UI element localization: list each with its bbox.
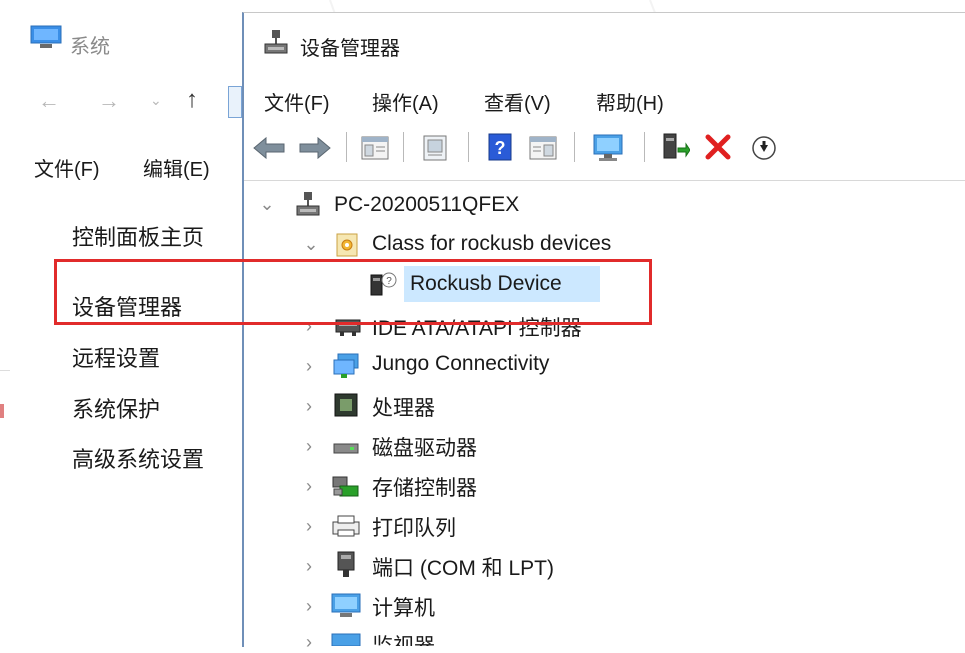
storage-expand-chevron-icon[interactable]: › bbox=[300, 476, 318, 497]
properties-pane-icon[interactable] bbox=[360, 133, 390, 163]
monitor-scan-icon[interactable] bbox=[592, 132, 628, 164]
menu-edit[interactable]: 编辑(E) bbox=[143, 153, 210, 182]
address-bar-edge[interactable] bbox=[228, 86, 242, 118]
svg-text:?: ? bbox=[495, 138, 506, 158]
print-icon[interactable] bbox=[420, 133, 450, 163]
tree-item-port[interactable]: 端口 (COM 和 LPT) bbox=[372, 552, 554, 582]
system-monitor-icon bbox=[30, 25, 62, 48]
storage-controller-icon bbox=[332, 476, 359, 497]
dm-menu-help[interactable]: 帮助(H) bbox=[596, 87, 664, 116]
tree-root-label[interactable]: PC-20200511QFEX bbox=[334, 193, 519, 217]
tree-item-processor[interactable]: 处理器 bbox=[372, 392, 435, 422]
print-queue-icon bbox=[332, 515, 360, 537]
up-arrow-icon[interactable]: ↑ bbox=[186, 86, 198, 114]
port-icon bbox=[337, 551, 355, 577]
tree-item-print-queue[interactable]: 打印队列 bbox=[372, 512, 456, 542]
tree-item-disk-drive[interactable]: 磁盘驱动器 bbox=[372, 432, 477, 462]
tree-item-class-rockusb[interactable]: Class for rockusb devices bbox=[372, 232, 611, 256]
view-pane-icon[interactable] bbox=[528, 133, 558, 163]
monitor-expand-chevron-icon[interactable]: › bbox=[300, 632, 318, 653]
class-device-icon bbox=[336, 233, 358, 257]
dropdown-icon[interactable]: ⌄ bbox=[150, 92, 162, 109]
link-system-protection[interactable]: 系统保护 bbox=[72, 392, 160, 424]
dm-menu-action[interactable]: 操作(A) bbox=[372, 87, 439, 116]
annotation-highlight-box bbox=[54, 259, 652, 325]
update-driver-icon[interactable] bbox=[660, 130, 690, 164]
tree-item-computer[interactable]: 计算机 bbox=[372, 592, 435, 622]
tree-item-storage-controller[interactable]: 存储控制器 bbox=[372, 472, 477, 502]
dm-menu-view[interactable]: 查看(V) bbox=[484, 87, 551, 116]
link-remote-settings[interactable]: 远程设置 bbox=[72, 341, 160, 373]
back-icon[interactable] bbox=[252, 134, 288, 162]
device-manager-icon bbox=[264, 30, 288, 54]
disk-drive-icon bbox=[333, 443, 359, 454]
toolbar-separator bbox=[644, 132, 645, 162]
link-control-panel-home[interactable]: 控制面板主页 bbox=[72, 220, 204, 252]
tree-item-jungo[interactable]: Jungo Connectivity bbox=[372, 352, 549, 376]
left-edge-mark-red bbox=[0, 404, 4, 418]
root-collapse-chevron-icon[interactable]: ⌄ bbox=[258, 194, 276, 215]
jungo-expand-chevron-icon[interactable]: › bbox=[300, 356, 318, 377]
print-queue-expand-chevron-icon[interactable]: › bbox=[300, 516, 318, 537]
device-manager-title: 设备管理器 bbox=[300, 38, 400, 60]
processor-expand-chevron-icon[interactable]: › bbox=[300, 396, 318, 417]
forward-icon[interactable] bbox=[296, 134, 332, 162]
jungo-icon bbox=[333, 353, 359, 378]
monitor-icon bbox=[331, 633, 361, 646]
toolbar-separator bbox=[468, 132, 469, 162]
class-collapse-chevron-icon[interactable]: ⌄ bbox=[302, 234, 320, 255]
computer-expand-chevron-icon[interactable]: › bbox=[300, 596, 318, 617]
help-icon[interactable]: ? bbox=[486, 132, 514, 162]
computer-icon bbox=[331, 593, 361, 617]
download-icon[interactable] bbox=[750, 134, 778, 162]
uninstall-icon[interactable] bbox=[703, 132, 733, 162]
forward-arrow-icon[interactable]: → bbox=[98, 88, 120, 114]
toolbar-separator bbox=[403, 132, 404, 162]
toolbar-separator bbox=[574, 132, 575, 162]
dm-menu-file[interactable]: 文件(F) bbox=[264, 87, 330, 116]
menu-file[interactable]: 文件(F) bbox=[34, 153, 100, 182]
port-expand-chevron-icon[interactable]: › bbox=[300, 556, 318, 577]
system-window-title: 系统 bbox=[70, 36, 110, 58]
toolbar-separator bbox=[346, 132, 347, 162]
left-edge-mark bbox=[0, 370, 10, 371]
toolbar-divider bbox=[244, 180, 965, 181]
back-arrow-icon[interactable]: ← bbox=[38, 88, 60, 114]
processor-icon bbox=[334, 393, 358, 417]
link-advanced-system-settings[interactable]: 高级系统设置 bbox=[72, 442, 204, 474]
tree-item-monitor[interactable]: 监视器 bbox=[372, 630, 435, 646]
disk-expand-chevron-icon[interactable]: › bbox=[300, 436, 318, 457]
computer-root-icon bbox=[296, 192, 320, 216]
